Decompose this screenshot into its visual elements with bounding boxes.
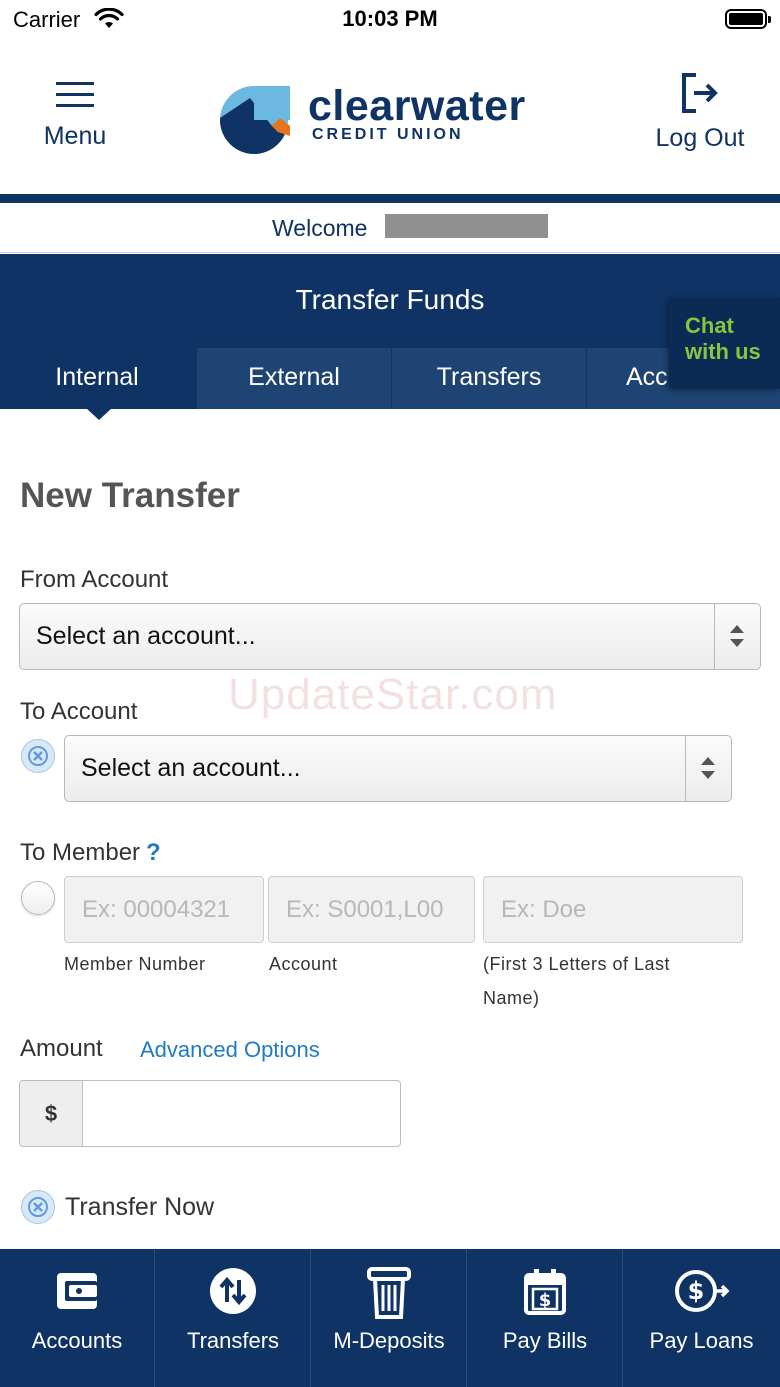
transfer-header: Transfer Funds Internal External Transfe… xyxy=(0,254,780,409)
select-arrows-icon xyxy=(714,604,760,669)
logo-wordmark: clearwater xyxy=(308,82,526,130)
amount-input-group: $ xyxy=(19,1080,401,1147)
menu-label: Menu xyxy=(43,122,107,150)
menu-button[interactable]: Menu xyxy=(30,82,120,151)
to-account-value: Select an account... xyxy=(81,754,301,782)
bottom-nav: Accounts Transfers M-Deposits $ Pay Bill… xyxy=(0,1249,780,1387)
svg-text:$: $ xyxy=(539,1290,552,1311)
nav-label: Pay Loans xyxy=(649,1328,754,1353)
transfer-now-radio[interactable] xyxy=(21,1190,55,1224)
transfer-now-label: Transfer Now xyxy=(65,1193,215,1221)
nav-label: Transfers xyxy=(186,1328,280,1353)
nav-accounts[interactable]: Accounts xyxy=(0,1249,155,1387)
help-icon[interactable]: ? xyxy=(146,839,161,866)
from-account-value: Select an account... xyxy=(36,622,256,650)
tab-internal[interactable]: Internal xyxy=(0,348,194,409)
select-arrows-icon xyxy=(685,736,731,801)
member-number-input[interactable]: Ex: 00004321 xyxy=(64,876,264,943)
header-divider xyxy=(0,194,780,203)
transfer-title: Transfer Funds xyxy=(295,284,485,315)
from-account-label: From Account xyxy=(20,566,169,593)
logo-mark-icon xyxy=(220,86,290,154)
close-icon xyxy=(28,746,48,766)
battery-icon xyxy=(725,9,771,29)
hamburger-icon xyxy=(56,82,94,108)
calendar-dollar-icon: $ xyxy=(524,1269,566,1315)
currency-symbol: $ xyxy=(20,1081,83,1146)
member-number-hint: Member Number xyxy=(64,954,206,974)
svg-text:$: $ xyxy=(687,1277,704,1305)
amount-input[interactable] xyxy=(84,1081,400,1146)
app-header: Menu clearwater CREDIT UNION Log Out xyxy=(0,40,780,203)
nav-label: M-Deposits xyxy=(333,1328,445,1353)
nav-pay-loans[interactable]: $ Pay Loans xyxy=(624,1249,779,1387)
nav-label: Accounts xyxy=(31,1328,123,1353)
account-hint: Account xyxy=(269,954,338,974)
new-transfer-title: New Transfer xyxy=(20,476,240,515)
clock: 10:03 PM xyxy=(342,6,438,31)
logout-label: Log Out xyxy=(655,124,745,152)
watermark: UpdateStar.com xyxy=(228,670,558,719)
transfer-arrows-icon xyxy=(210,1268,256,1314)
clearwater-logo: clearwater CREDIT UNION xyxy=(220,82,565,156)
last-name-hint: (First 3 Letters of Last Name) xyxy=(483,954,671,1008)
to-account-radio[interactable] xyxy=(21,739,55,773)
deposit-check-icon xyxy=(367,1267,411,1319)
redacted-member-name xyxy=(385,214,548,238)
from-account-select[interactable]: Select an account... xyxy=(19,603,761,670)
nav-m-deposits[interactable]: M-Deposits xyxy=(312,1249,467,1387)
member-account-input[interactable]: Ex: S0001,L00 xyxy=(268,876,475,943)
status-bar: Carrier 10:03 PM xyxy=(0,0,780,40)
nav-label: Pay Bills xyxy=(502,1328,588,1353)
tab-external[interactable]: External xyxy=(197,348,391,409)
logo-subtitle: CREDIT UNION xyxy=(312,126,464,143)
advanced-options-link[interactable]: Advanced Options xyxy=(140,1037,320,1063)
nav-pay-bills[interactable]: $ Pay Bills xyxy=(468,1249,623,1387)
active-tab-indicator xyxy=(86,408,112,420)
to-member-radio[interactable] xyxy=(21,881,55,915)
wallet-icon xyxy=(57,1273,97,1309)
welcome-bar: Welcome xyxy=(0,203,780,253)
welcome-text: Welcome xyxy=(272,215,368,241)
tab-transfers[interactable]: Transfers xyxy=(392,348,586,409)
to-member-label: To Member? xyxy=(20,839,161,866)
logout-button[interactable]: Log Out xyxy=(640,72,760,153)
to-account-select[interactable]: Select an account... xyxy=(64,735,732,802)
chat-with-us-button[interactable]: Chat with us xyxy=(669,297,780,389)
dollar-coin-arrow-icon: $ xyxy=(674,1270,729,1312)
transfer-tabs: Internal External Transfers Acc xyxy=(0,348,780,409)
last-name-input[interactable]: Ex: Doe xyxy=(483,876,743,943)
chat-label: Chat with us xyxy=(685,313,761,364)
close-icon xyxy=(28,1197,48,1217)
amount-label: Amount xyxy=(20,1035,103,1062)
logout-icon xyxy=(682,73,718,113)
nav-transfers[interactable]: Transfers xyxy=(156,1249,311,1387)
to-account-label: To Account xyxy=(20,698,138,725)
